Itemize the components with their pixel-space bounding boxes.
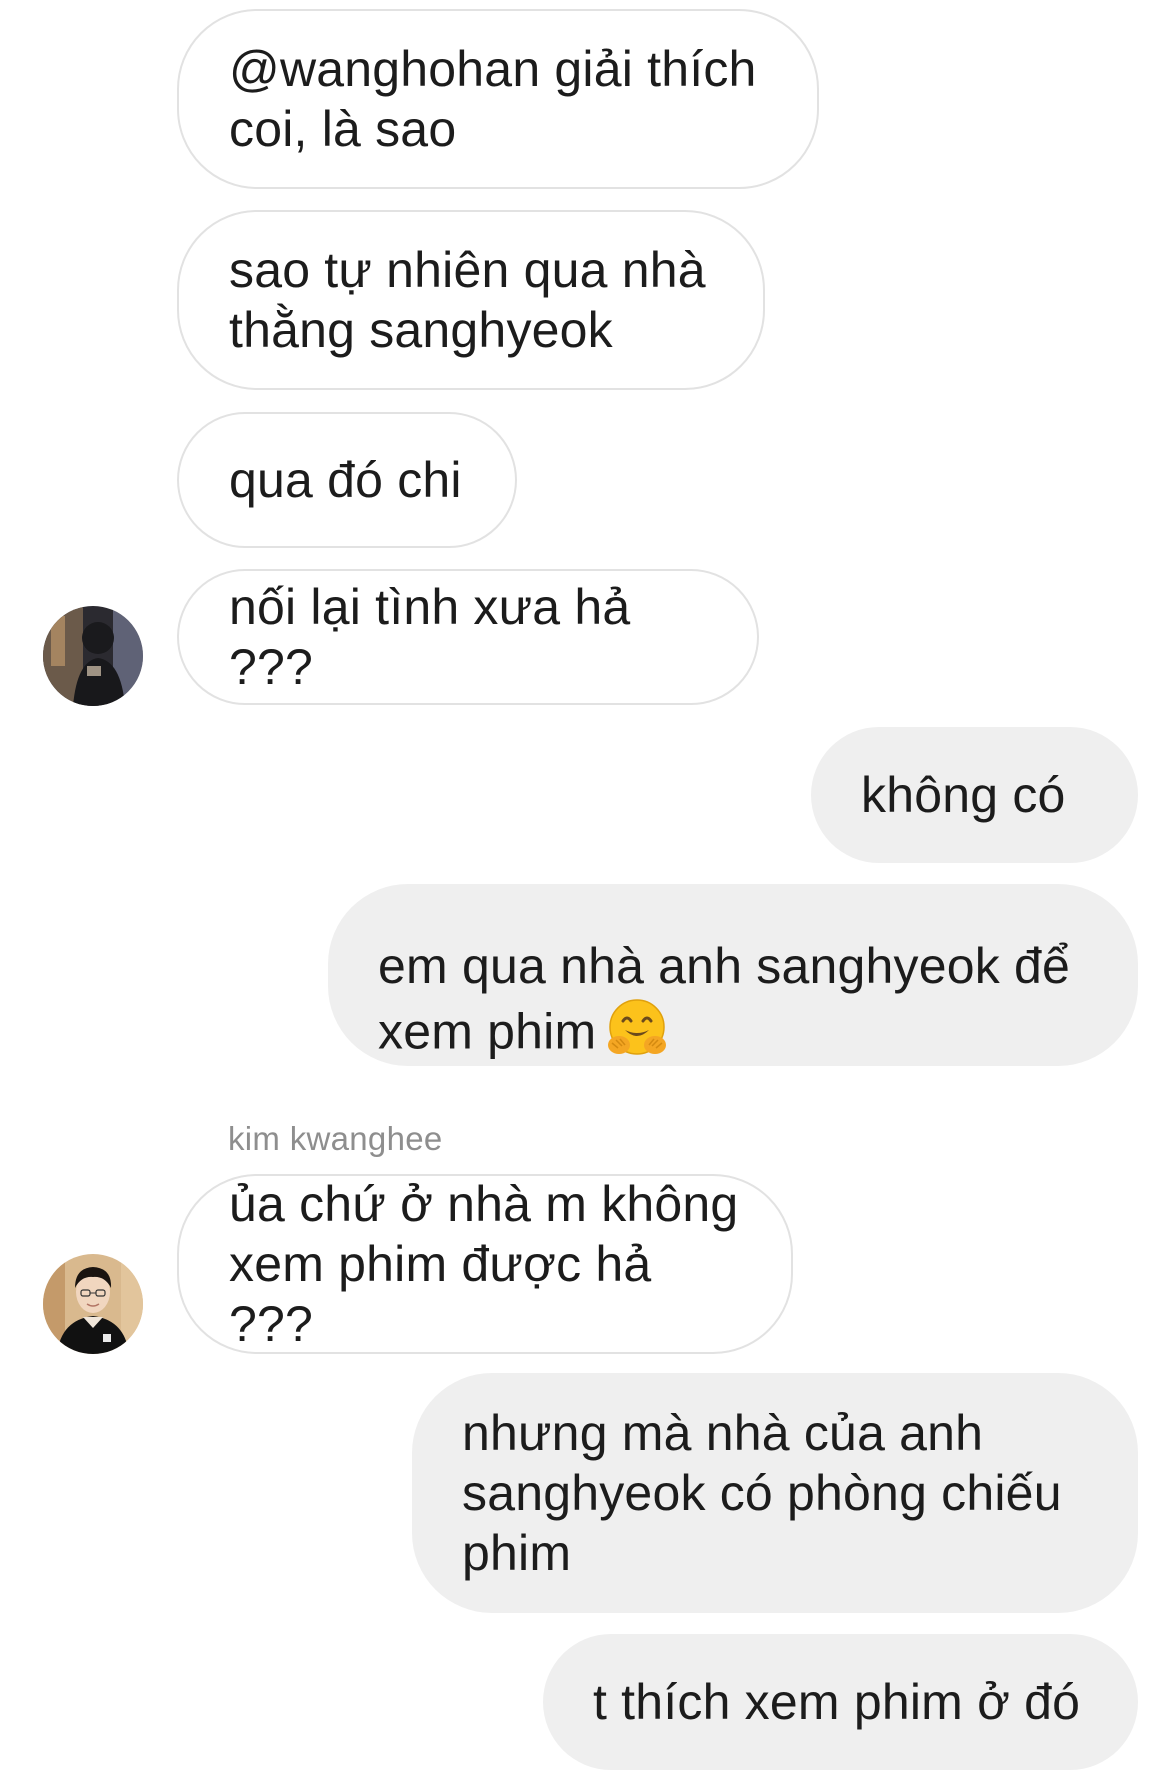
message-text: không có <box>861 767 1066 823</box>
message-bubble-outgoing[interactable]: không có <box>811 727 1138 863</box>
message-bubble-incoming[interactable]: nối lại tình xưa hả ??? <box>177 569 759 705</box>
message-text-content: em qua nhà anh sanghyeok để xem phim <box>378 937 1071 1060</box>
hugging-face-emoji-icon <box>604 996 670 1075</box>
message-text: qua đó chi <box>229 452 462 508</box>
message-bubble-incoming[interactable]: @wanghohan giải thích coi, là sao <box>177 9 819 189</box>
avatar[interactable] <box>43 606 143 706</box>
message-text: ủa chứ ở nhà m không xem phim được hả ??… <box>229 1176 739 1352</box>
avatar-photo <box>43 1254 143 1354</box>
message-text: t thích xem phim ở đó <box>593 1674 1081 1730</box>
message-bubble-incoming[interactable]: qua đó chi <box>177 412 517 548</box>
message-bubble-outgoing[interactable]: t thích xem phim ở đó <box>543 1634 1138 1770</box>
message-text: nhưng mà nhà của anh sanghyeok có phòng … <box>462 1405 1062 1581</box>
message-bubble-incoming[interactable]: sao tự nhiên qua nhà thằng sanghyeok <box>177 210 765 390</box>
message-text: @wanghohan giải thích coi, là sao <box>229 41 757 157</box>
message-text: sao tự nhiên qua nhà thằng sanghyeok <box>229 242 706 358</box>
avatar[interactable] <box>43 1254 143 1354</box>
message-text: nối lại tình xưa hả ??? <box>229 579 631 695</box>
message-bubble-outgoing[interactable]: em qua nhà anh sanghyeok để xem phim <box>328 884 1138 1066</box>
message-bubble-incoming[interactable]: ủa chứ ở nhà m không xem phim được hả ??… <box>177 1174 793 1354</box>
sender-name: kim kwanghee <box>228 1120 443 1157</box>
message-text: em qua nhà anh sanghyeok để xem phim <box>378 876 1070 1075</box>
avatar-photo <box>43 606 143 706</box>
message-bubble-outgoing[interactable]: nhưng mà nhà của anh sanghyeok có phòng … <box>412 1373 1138 1613</box>
